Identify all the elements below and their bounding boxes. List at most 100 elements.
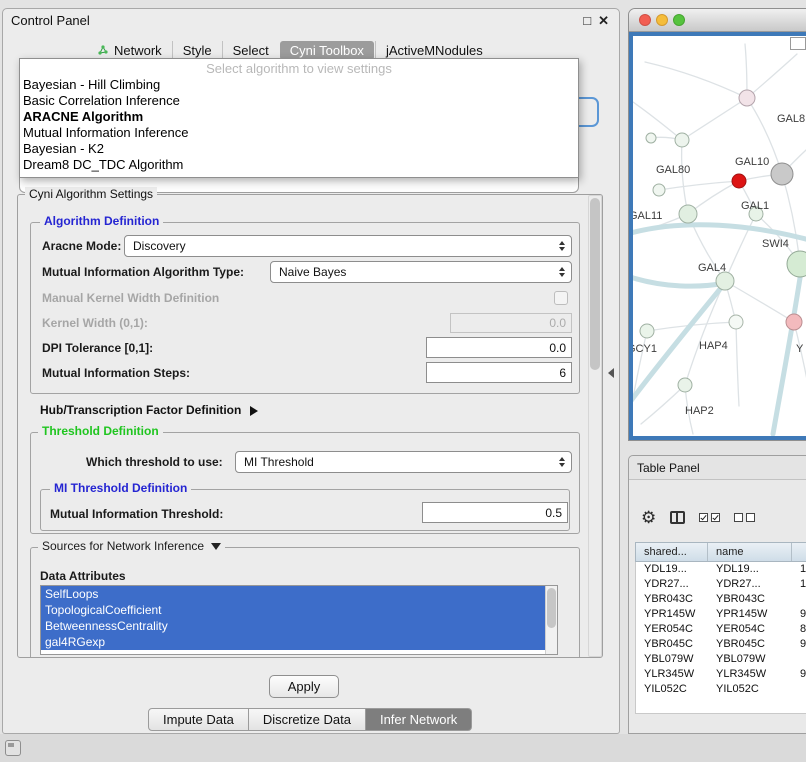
hub-definition-toggle[interactable]: Hub/Transcription Factor Definition	[40, 403, 258, 417]
algorithm-option-mutual-information-inference[interactable]: Mutual Information Inference	[20, 125, 578, 141]
panel-collapse-arrow[interactable]	[608, 368, 614, 378]
manual-kernel-width-checkbox[interactable]	[554, 291, 568, 305]
table-row[interactable]: YPR145WYPR145W9.	[636, 607, 806, 622]
mac-close-button[interactable]	[639, 14, 651, 26]
network-node[interactable]	[716, 272, 734, 290]
bottom-tab-impute-data[interactable]: Impute Data	[148, 708, 249, 731]
mi-algorithm-type-combobox[interactable]: Naive Bayes	[270, 261, 572, 283]
table-cell: YBL079W	[636, 652, 708, 667]
network-node[interactable]	[640, 324, 654, 338]
control-panel-titlebar[interactable]: Control Panel □ ✕	[3, 9, 619, 33]
which-threshold-label: Which threshold to use:	[86, 454, 223, 470]
bottom-tab-discretize-data[interactable]: Discretize Data	[249, 708, 366, 731]
mac-minimize-button[interactable]	[656, 14, 668, 26]
algorithm-option-basic-correlation-inference[interactable]: Basic Correlation Inference	[20, 93, 578, 109]
settings-scrollbar-thumb[interactable]	[590, 198, 600, 370]
minimized-panel-icon[interactable]	[5, 740, 21, 756]
network-node[interactable]	[646, 133, 656, 143]
float-window-button[interactable]: □	[583, 13, 591, 29]
birdseye-view-box[interactable]	[790, 37, 806, 50]
table-cell: YLR345W	[636, 667, 708, 682]
gear-icon[interactable]: ⚙	[641, 509, 656, 526]
which-threshold-combobox[interactable]: MI Threshold	[235, 451, 572, 473]
mac-zoom-button[interactable]	[673, 14, 685, 26]
cyni-algorithm-settings-group: Algorithm Definition Aracne Mode: Discov…	[17, 194, 603, 658]
mi-threshold-field[interactable]: 0.5	[422, 502, 568, 523]
table-row[interactable]: YBL079WYBL079W	[636, 652, 806, 667]
network-node[interactable]	[678, 378, 692, 392]
tab-cyni-toolbox[interactable]: Cyni Toolbox	[280, 41, 374, 60]
network-node[interactable]	[771, 163, 793, 185]
bottom-tab-infer-network[interactable]: Infer Network	[366, 708, 472, 731]
network-view-window: GAL8GAL80GAL10GAL11GAL1SWI4GAL4GCY1HAP4H…	[628, 8, 806, 441]
column-header-extra[interactable]	[792, 543, 806, 561]
network-node[interactable]	[675, 133, 689, 147]
attribute-item-selfloops[interactable]: SelfLoops	[41, 586, 545, 602]
algorithm-definition-title: Algorithm Definition	[40, 214, 163, 228]
table-row[interactable]: YDR27...YDR27...12	[636, 577, 806, 592]
settings-group-title: Cyni Algorithm Settings	[25, 187, 157, 201]
unchecked-columns-icon[interactable]	[734, 513, 755, 522]
attribute-item-gal4rgexp[interactable]: gal4RGexp	[41, 634, 545, 650]
table-row[interactable]: YBR043CYBR043C	[636, 592, 806, 607]
network-node[interactable]	[787, 251, 806, 277]
network-node[interactable]	[653, 184, 665, 196]
tab-select[interactable]: Select	[222, 41, 279, 60]
network-canvas[interactable]: GAL8GAL80GAL10GAL11GAL1SWI4GAL4GCY1HAP4H…	[629, 32, 806, 440]
table-cell: 9.	[792, 667, 806, 682]
attribute-item-betweennesscentrality[interactable]: BetweennessCentrality	[41, 618, 545, 634]
tab-network[interactable]: Network	[87, 41, 172, 60]
table-row[interactable]: YDL19...YDL19...13	[636, 562, 806, 577]
network-node[interactable]	[729, 315, 743, 329]
table-cell	[792, 592, 806, 607]
node-label-gal1: GAL1	[741, 200, 769, 212]
table-row[interactable]: YIL052CYIL052C	[636, 682, 806, 697]
table-row[interactable]: YBR045CYBR045C9.	[636, 637, 806, 652]
algorithm-option-bayesian-hill-climbing[interactable]: Bayesian - Hill Climbing	[20, 77, 578, 93]
table-cell: 12	[792, 577, 806, 592]
apply-button[interactable]: Apply	[269, 675, 339, 698]
table-row[interactable]: YLR345WYLR345W9.	[636, 667, 806, 682]
tab-jactivemnodules[interactable]: jActiveMNodules	[375, 41, 493, 60]
checked-columns-icon[interactable]	[699, 513, 720, 522]
network-edge	[659, 181, 739, 190]
network-node[interactable]	[679, 205, 697, 223]
network-window-titlebar[interactable]	[629, 9, 806, 32]
attributes-scrollbar[interactable]	[545, 586, 557, 654]
dpi-tolerance-field[interactable]: 0.0	[426, 337, 572, 358]
aracne-mode-combobox[interactable]: Discovery	[124, 235, 572, 257]
sources-legend-label: Sources for Network Inference	[42, 539, 204, 553]
network-node[interactable]	[732, 174, 746, 188]
column-header-name[interactable]: name	[708, 543, 792, 561]
attributes-scrollbar-thumb[interactable]	[547, 588, 556, 628]
attribute-item-topologicalcoefficient[interactable]: TopologicalCoefficient	[41, 602, 545, 618]
algorithm-option-bayesian-k2[interactable]: Bayesian - K2	[20, 141, 578, 157]
network-node[interactable]	[786, 314, 802, 330]
bottom-tab-bar: Impute DataDiscretize DataInfer Network	[148, 708, 472, 731]
network-edge	[682, 98, 747, 140]
control-panel-window: Control Panel □ ✕ NetworkStyleSelectCyni…	[2, 8, 620, 734]
table-cell: YBR045C	[708, 637, 792, 652]
combo-arrows-icon	[559, 457, 565, 467]
network-edge	[633, 102, 682, 140]
kernel-width-field[interactable]: 0.0	[450, 313, 572, 333]
mi-threshold-label: Mutual Information Threshold:	[50, 506, 223, 522]
column-selector-icon[interactable]	[670, 511, 685, 524]
sources-legend[interactable]: Sources for Network Inference	[38, 539, 225, 553]
column-header-shared[interactable]: shared...	[636, 543, 708, 561]
tab-style[interactable]: Style	[172, 41, 222, 60]
table-cell: YBR043C	[708, 592, 792, 607]
table-cell: YDL19...	[636, 562, 708, 577]
table-row[interactable]: YER054CYER054C8.	[636, 622, 806, 637]
network-node[interactable]	[739, 90, 755, 106]
network-edge	[794, 322, 806, 390]
mi-steps-field[interactable]: 6	[426, 362, 572, 383]
close-window-button[interactable]: ✕	[598, 13, 609, 29]
algorithm-option-aracne-algorithm[interactable]: ARACNE Algorithm	[20, 109, 578, 125]
algorithm-option-dream8-dc-tdc-algorithm[interactable]: Dream8 DC_TDC Algorithm	[20, 157, 578, 173]
table-cell	[792, 682, 806, 697]
table-panel-titlebar[interactable]: Table Panel	[629, 456, 806, 480]
node-label-gal10: GAL10	[735, 156, 769, 168]
collapse-down-icon	[211, 543, 221, 550]
node-label-gal11: GAL11	[633, 210, 662, 222]
